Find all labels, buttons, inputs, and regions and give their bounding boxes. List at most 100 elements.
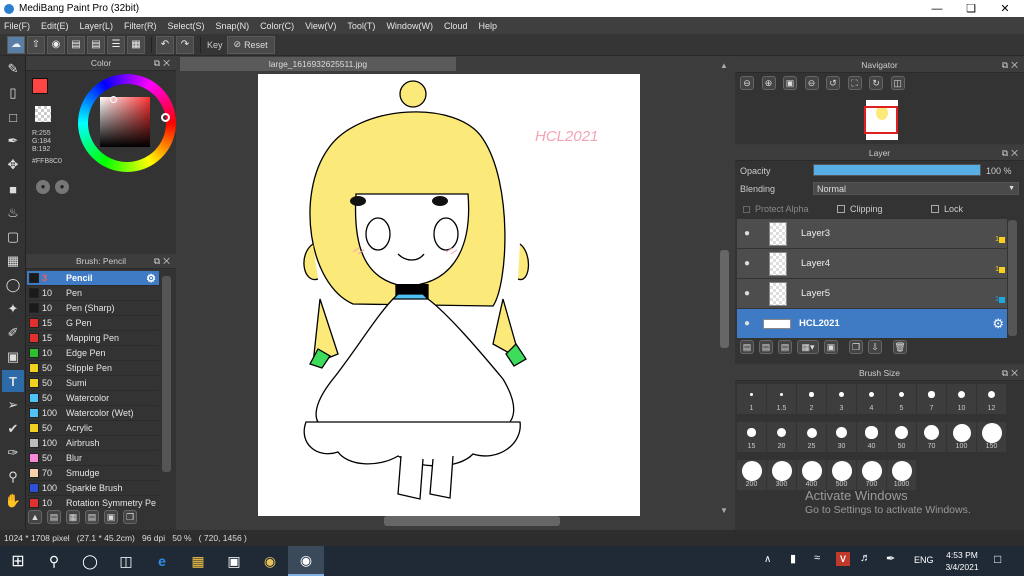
- search-icon[interactable]: ⚲: [36, 546, 72, 576]
- brush-item[interactable]: 100 Watercolor (Wet): [27, 406, 159, 421]
- brush-size-cell[interactable]: 150: [977, 422, 1006, 452]
- layer-folder-icon[interactable]: ▣: [824, 340, 838, 354]
- app-tray-icon[interactable]: V: [836, 552, 850, 566]
- brush-size-cell[interactable]: 1000: [887, 460, 916, 490]
- scroll-down-arrow-icon[interactable]: ▼: [720, 506, 728, 515]
- add-brush-icon[interactable]: ▲: [28, 510, 42, 524]
- brush-size-cell[interactable]: 3: [827, 384, 856, 414]
- brush-size-cell[interactable]: 400: [797, 460, 826, 490]
- brush-size-cell[interactable]: 25: [797, 422, 826, 452]
- eraser-tool-icon[interactable]: ▯: [2, 82, 24, 104]
- layer-list-scrollbar[interactable]: [1008, 220, 1017, 336]
- new-layer-icon[interactable]: ▤: [740, 340, 754, 354]
- canvas-horizontal-scrollbar[interactable]: [384, 516, 560, 526]
- menu-help[interactable]: Help: [478, 21, 497, 31]
- brush-item[interactable]: 100 Airbrush: [27, 436, 159, 451]
- layer-row[interactable]: ● Layer4 1: [737, 249, 1007, 279]
- menu-view[interactable]: View(V): [305, 21, 336, 31]
- store-icon[interactable]: ▣: [216, 546, 252, 576]
- language-indicator[interactable]: ENG: [914, 555, 934, 565]
- panel-float-close-icon[interactable]: ⧉✕: [154, 56, 173, 71]
- brush-size-cell[interactable]: 200: [737, 460, 766, 490]
- fullscreen-icon[interactable]: ⛶: [847, 76, 862, 90]
- grid-icon[interactable]: ▦: [127, 35, 145, 54]
- navigator-viewport-box[interactable]: [864, 106, 898, 134]
- select-pen-tool-icon[interactable]: ✐: [2, 322, 24, 344]
- brush-item[interactable]: 10 Edge Pen: [27, 346, 159, 361]
- brush-settings-icon[interactable]: ▤: [85, 510, 99, 524]
- transparent-color-swatch[interactable]: [35, 106, 51, 122]
- brush-list-scrollbar[interactable]: [162, 276, 171, 472]
- minimize-button[interactable]: —: [920, 0, 954, 17]
- visibility-icon[interactable]: ●: [737, 288, 757, 299]
- zoom-out-icon[interactable]: ⊖: [740, 76, 754, 90]
- visibility-icon[interactable]: ●: [737, 318, 757, 329]
- zoom-in-icon[interactable]: ⊕: [761, 76, 776, 90]
- menu-filter[interactable]: Filter(R): [124, 21, 157, 31]
- sv-picker-handle[interactable]: [110, 96, 117, 103]
- brush-item[interactable]: 70 Smudge: [27, 466, 159, 481]
- brush-settings-gear-icon[interactable]: ⚙: [146, 272, 156, 285]
- brush-size-cell[interactable]: 15: [737, 422, 766, 452]
- eyedropper-tool-icon[interactable]: ✑: [2, 442, 24, 464]
- task-view-icon[interactable]: ◫: [108, 546, 144, 576]
- windows-start-icon[interactable]: ⊞: [0, 546, 36, 576]
- canvas-vertical-scrollbar[interactable]: [720, 250, 729, 348]
- brush-item[interactable]: 50 Acrylic: [27, 421, 159, 436]
- cloud-icon[interactable]: ☁: [7, 35, 25, 54]
- brush-size-cell[interactable]: 50: [887, 422, 916, 452]
- visibility-icon[interactable]: ●: [737, 258, 757, 269]
- fill-rect-tool-icon[interactable]: ■: [2, 178, 24, 200]
- new-brush-icon[interactable]: ▤: [47, 510, 61, 524]
- new-layer-8bit-icon[interactable]: ▤: [759, 340, 773, 354]
- new-layer-1bit-icon[interactable]: ▤: [778, 340, 792, 354]
- brush-size-cell[interactable]: 1.5: [767, 384, 796, 414]
- upload-icon[interactable]: ⇧: [27, 35, 45, 54]
- divide-tool-icon[interactable]: ✔: [2, 418, 24, 440]
- maximize-button[interactable]: ❏: [954, 0, 988, 17]
- brush-item[interactable]: 10 Rotation Symmetry Pe: [27, 496, 159, 509]
- menu-tool[interactable]: Tool(T): [347, 21, 375, 31]
- layer-row[interactable]: ● Layer3 1: [737, 219, 1007, 249]
- brush-size-cell[interactable]: 700: [857, 460, 886, 490]
- palette-add-icon[interactable]: ●: [55, 180, 69, 194]
- panel-float-close-icon[interactable]: ⧉✕: [1002, 58, 1021, 73]
- primary-color-swatch[interactable]: [32, 78, 48, 94]
- document-icon[interactable]: ▤: [87, 35, 105, 54]
- menu-edit[interactable]: Edit(E): [41, 21, 69, 31]
- redo-icon[interactable]: ↷: [176, 35, 194, 54]
- rotate-right-icon[interactable]: ↻: [869, 76, 884, 90]
- edge-icon[interactable]: e: [144, 546, 180, 576]
- protect-alpha-checkbox[interactable]: Protect Alpha: [743, 204, 809, 214]
- panel-float-close-icon[interactable]: ⧉✕: [1002, 366, 1021, 381]
- duplicate-layer-icon[interactable]: ❐: [849, 340, 863, 354]
- hand-tool-icon[interactable]: ✋: [2, 490, 24, 512]
- panel-float-close-icon[interactable]: ⧉✕: [1002, 146, 1021, 161]
- tray-chevron-up-icon[interactable]: ∧: [764, 554, 771, 565]
- menu-layer[interactable]: Layer(L): [80, 21, 114, 31]
- move-tool-icon[interactable]: ✥: [2, 154, 24, 176]
- brush-size-cell[interactable]: 10: [947, 384, 976, 414]
- brush-size-cell[interactable]: 20: [767, 422, 796, 452]
- brush-size-cell[interactable]: 70: [917, 422, 946, 452]
- cortana-icon[interactable]: ◯: [72, 546, 108, 576]
- brush-item[interactable]: 3 Pencil ⚙: [27, 271, 159, 286]
- merge-layer-icon[interactable]: ⇩: [868, 340, 882, 354]
- blending-select[interactable]: Normal ▼: [813, 182, 1019, 195]
- network-icon[interactable]: ≈: [814, 552, 820, 564]
- brush-size-cell[interactable]: 7: [917, 384, 946, 414]
- hue-picker-handle[interactable]: [161, 113, 170, 122]
- add-layer-menu-icon[interactable]: ▦▾: [797, 340, 819, 354]
- battery-icon[interactable]: ▮: [790, 552, 796, 565]
- brush-size-cell[interactable]: 40: [857, 422, 886, 452]
- zoom-tool-icon[interactable]: ⚲: [2, 466, 24, 488]
- brush-size-cell[interactable]: 12: [977, 384, 1006, 414]
- menu-select[interactable]: Select(S): [168, 21, 205, 31]
- close-button[interactable]: ✕: [988, 0, 1022, 17]
- actual-size-icon[interactable]: ⊖: [804, 76, 819, 90]
- bucket-tool-icon[interactable]: ♨: [2, 202, 24, 224]
- brush-folder-icon[interactable]: ▣: [104, 510, 118, 524]
- brush-item[interactable]: 50 Watercolor: [27, 391, 159, 406]
- brush-size-cell[interactable]: 500: [827, 460, 856, 490]
- layer-settings-icon[interactable]: ⚙: [992, 316, 1004, 332]
